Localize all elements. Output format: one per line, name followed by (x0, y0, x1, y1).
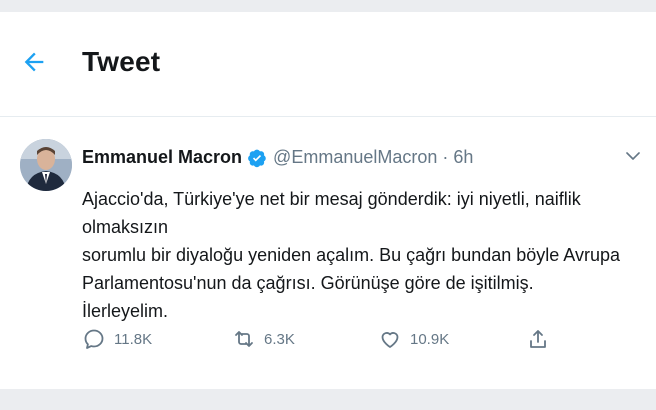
avatar[interactable] (20, 139, 72, 191)
share-icon (530, 330, 546, 348)
tweet-text-line: Ajaccio'da, Türkiye'ye net bir mesaj gön… (82, 189, 581, 237)
share-button[interactable] (526, 327, 558, 351)
page-title: Tweet (82, 46, 161, 77)
retweet-count: 6.3K (264, 330, 295, 348)
tweet-text: Ajaccio'da, Türkiye'ye net bir mesaj gön… (82, 185, 622, 325)
heart-icon (381, 332, 399, 348)
tweet: Emmanuel Macron @EmmanuelMacron · 6h Aja… (0, 117, 656, 389)
reply-icon (84, 329, 104, 349)
page-header: Tweet (0, 12, 656, 117)
tweet-time[interactable]: 6h (453, 147, 473, 168)
tweet-text-line: Parlamentosu'nun da çağrısı. Görünüşe gö… (82, 273, 534, 321)
profile-photo (20, 139, 72, 191)
like-count: 10.9K (410, 330, 450, 348)
more-options-button[interactable] (624, 147, 642, 165)
author-row: Emmanuel Macron @EmmanuelMacron · 6h (82, 147, 473, 168)
arrow-left-icon (24, 52, 44, 72)
retweet-button[interactable]: 6.3K (232, 327, 295, 351)
bottom-strip (0, 389, 656, 410)
separator-dot: · (442, 147, 449, 167)
back-button[interactable] (20, 48, 48, 76)
author-handle[interactable]: @EmmanuelMacron (273, 147, 437, 168)
author-name[interactable]: Emmanuel Macron (82, 147, 242, 168)
like-button[interactable]: 10.9K (378, 327, 449, 351)
tweet-actions: 11.8K 6.3K 10.9K (82, 327, 562, 357)
reply-count: 11.8K (114, 330, 153, 348)
chevron-down-icon (626, 152, 640, 160)
reply-button[interactable]: 11.8K (82, 327, 152, 351)
tweet-text-line: sorumlu bir diyaloğu yeniden açalım. Bu … (82, 245, 620, 265)
verified-badge-icon (248, 149, 266, 167)
retweet-icon (235, 331, 253, 347)
top-strip (0, 0, 656, 12)
